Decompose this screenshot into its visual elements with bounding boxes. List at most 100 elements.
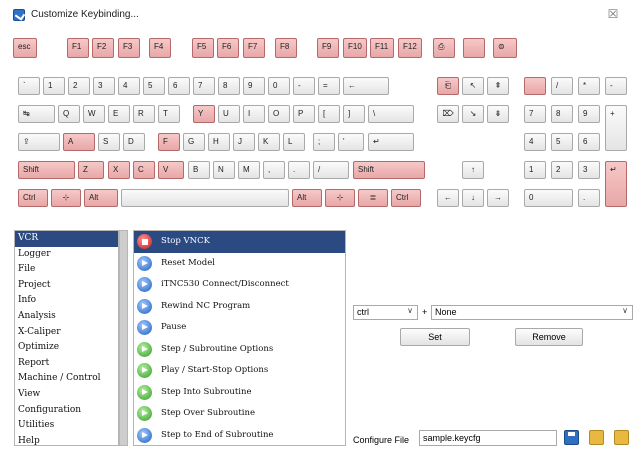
key-sym-13[interactable]: ← <box>343 77 389 95</box>
key-backslash-13[interactable]: \ <box>368 105 414 123</box>
key-rbracket-12[interactable]: ] <box>343 105 365 123</box>
key-g-5[interactable]: G <box>183 133 205 151</box>
key-m-7[interactable]: M <box>238 161 260 179</box>
category-item[interactable]: Utilities <box>15 418 118 434</box>
action-item[interactable]: Step Into Subroutine <box>134 382 345 404</box>
key-sym-12[interactable]: ↵ <box>368 133 414 151</box>
key-nav-1[interactable]: ↖ <box>462 77 484 95</box>
key-x-2[interactable]: X <box>108 161 130 179</box>
key-lbracket-11[interactable]: [ <box>318 105 340 123</box>
category-item[interactable]: Configuration <box>15 403 118 419</box>
key-fn-2[interactable]: F2 <box>92 38 114 58</box>
key-ctrl-left[interactable]: Ctrl <box>18 189 48 207</box>
key-o-9[interactable]: O <box>268 105 290 123</box>
key-semicolon-10[interactable]: ; <box>313 133 335 151</box>
key-nav-2[interactable]: ⇞ <box>487 77 509 95</box>
key-numpad-12[interactable]: 2 <box>551 161 573 179</box>
action-item[interactable]: Stop VNCK <box>134 231 345 253</box>
key-5-5[interactable]: 5 <box>143 77 165 95</box>
save-icon[interactable] <box>564 430 579 445</box>
key-w-2[interactable]: W <box>83 105 105 123</box>
key-fn-4[interactable]: F4 <box>149 38 171 58</box>
key-3-3[interactable]: 3 <box>93 77 115 95</box>
key-alt-left[interactable]: Alt <box>84 189 118 207</box>
key-0-10[interactable]: 0 <box>268 77 290 95</box>
key-nav-5[interactable]: ⇟ <box>487 105 509 123</box>
category-item[interactable]: Help <box>15 434 118 445</box>
key-numpad-6[interactable]: 9 <box>578 105 600 123</box>
key-fn-5[interactable]: F5 <box>192 38 214 58</box>
action-list[interactable]: Stop VNCK Reset Model iTNC530 Connect/Disc… <box>133 230 346 446</box>
category-list[interactable]: VCR Logger File Project Info Analysis X-Calipe… <box>14 230 119 446</box>
key-numpad-2[interactable]: * <box>578 77 600 95</box>
key-r-4[interactable]: R <box>133 105 155 123</box>
key-t-5[interactable]: T <box>158 105 180 123</box>
key-numpad-10[interactable]: 6 <box>578 133 600 151</box>
action-item[interactable]: Pause <box>134 317 345 339</box>
key-8-8[interactable]: 8 <box>218 77 240 95</box>
key-equals-12[interactable]: = <box>318 77 340 95</box>
folder-open-icon[interactable] <box>589 430 604 445</box>
key-l-9[interactable]: L <box>283 133 305 151</box>
action-item[interactable]: Reset Model <box>134 253 345 275</box>
key-c-3[interactable]: C <box>133 161 155 179</box>
key-nav-9[interactable]: → <box>487 189 509 207</box>
category-item[interactable]: Logger <box>15 247 118 263</box>
action-item[interactable]: Step / Subroutine Options <box>134 339 345 361</box>
key-fn-11[interactable]: F11 <box>370 38 394 58</box>
key-f-4[interactable]: F <box>158 133 180 151</box>
key-fn-9[interactable]: F9 <box>317 38 339 58</box>
key-z-1[interactable]: Z <box>78 161 104 179</box>
key-shift-0[interactable]: Shift <box>18 161 75 179</box>
key-win-left[interactable]: ⊹ <box>51 189 81 207</box>
key-s-2[interactable]: S <box>98 133 120 151</box>
key-win-right[interactable]: ⊹ <box>325 189 355 207</box>
key-fn-3[interactable]: F3 <box>118 38 140 58</box>
key-space[interactable] <box>121 189 289 207</box>
category-item[interactable]: Report <box>15 356 118 372</box>
key-fn-1[interactable]: F1 <box>67 38 89 58</box>
key-e-3[interactable]: E <box>108 105 130 123</box>
key-n-6[interactable]: N <box>213 161 235 179</box>
key-p-10[interactable]: P <box>293 105 315 123</box>
key-numpad-14[interactable]: ↵ <box>605 161 627 207</box>
remove-button[interactable]: Remove <box>515 328 583 346</box>
key-numpad-7[interactable]: + <box>605 105 627 151</box>
key-fn-15[interactable]: ⊜ <box>493 38 517 58</box>
key-menu[interactable]: ≣ <box>358 189 388 207</box>
action-item[interactable]: Play / Start-Stop Options <box>134 360 345 382</box>
key-fn-13[interactable]: ⎙ <box>433 38 455 58</box>
action-item[interactable]: Rewind NC Program <box>134 296 345 318</box>
key-q-1[interactable]: Q <box>58 105 80 123</box>
key-numpad-15[interactable]: 0 <box>524 189 573 207</box>
key-esc[interactable]: esc <box>13 38 37 58</box>
key-nav-7[interactable]: ← <box>437 189 459 207</box>
key-a-1[interactable]: A <box>63 133 95 151</box>
key-y-6[interactable]: Y <box>193 105 215 123</box>
key-j-7[interactable]: J <box>233 133 255 151</box>
key-comma-8[interactable]: , <box>263 161 285 179</box>
category-item[interactable]: X-Caliper <box>15 325 118 341</box>
config-file-input[interactable] <box>419 430 557 446</box>
category-item[interactable]: Project <box>15 278 118 294</box>
key-u-7[interactable]: U <box>218 105 240 123</box>
key-quote-11[interactable]: ' <box>338 133 364 151</box>
category-item[interactable]: File <box>15 262 118 278</box>
key-6-6[interactable]: 6 <box>168 77 190 95</box>
key-7-7[interactable]: 7 <box>193 77 215 95</box>
key-numpad-8[interactable]: 4 <box>524 133 546 151</box>
category-item[interactable]: Info <box>15 293 118 309</box>
key-numpad-9[interactable]: 5 <box>551 133 573 151</box>
key-2-2[interactable]: 2 <box>68 77 90 95</box>
action-item[interactable]: iTNC530 Connect/Disconnect <box>134 274 345 296</box>
key-k-8[interactable]: K <box>258 133 280 151</box>
category-scrollbar[interactable] <box>119 230 128 446</box>
category-item[interactable]: Analysis <box>15 309 118 325</box>
key-slash-10[interactable]: / <box>313 161 349 179</box>
key-9-9[interactable]: 9 <box>243 77 265 95</box>
key-shift-11[interactable]: Shift <box>353 161 425 179</box>
category-item[interactable]: Optimize <box>15 340 118 356</box>
key-h-6[interactable]: H <box>208 133 230 151</box>
key-nav-8[interactable]: ↓ <box>462 189 484 207</box>
key-nav-0[interactable]: ⎗ <box>437 77 459 95</box>
